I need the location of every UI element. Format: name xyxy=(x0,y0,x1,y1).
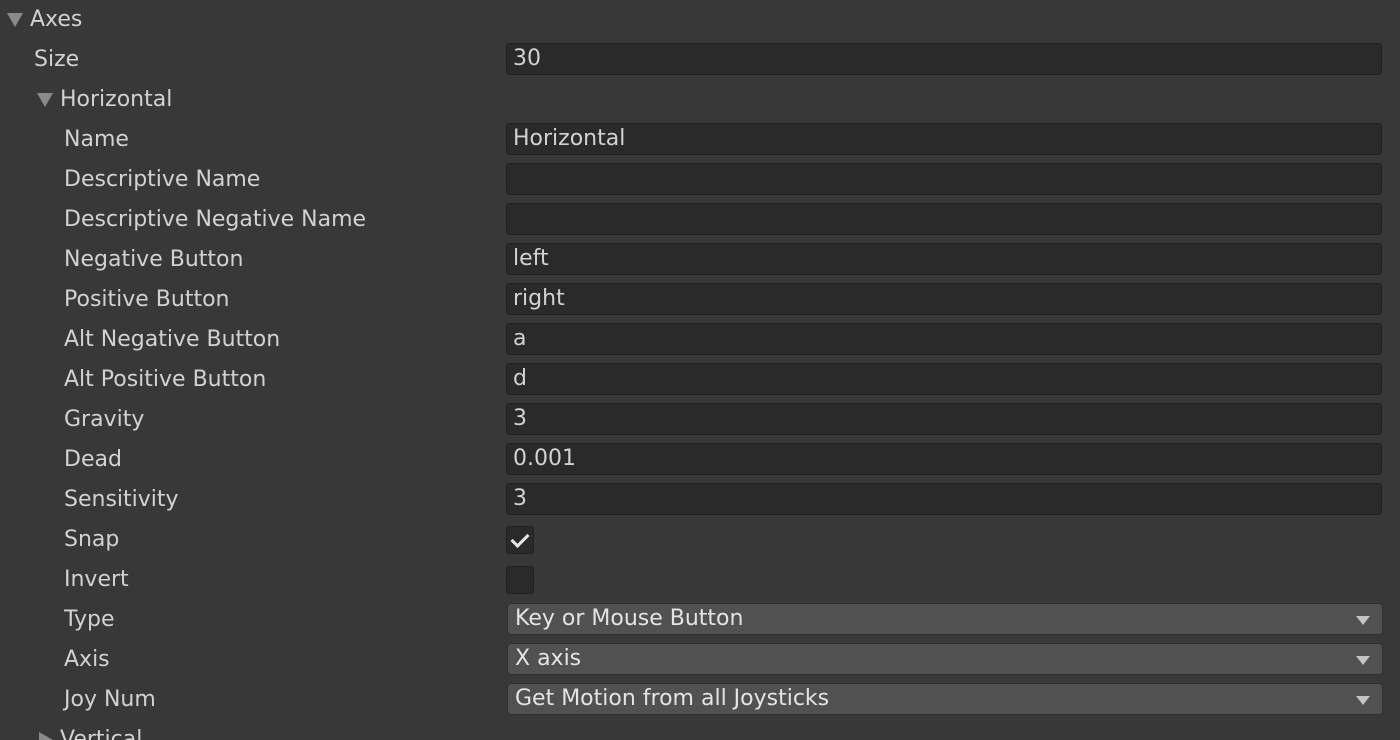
axis-dropdown[interactable]: X axis xyxy=(507,643,1383,675)
alt-positive-button-label: Alt Positive Button xyxy=(64,367,267,392)
chevron-down-icon xyxy=(1356,656,1370,665)
joy-num-label: Joy Num xyxy=(64,687,156,712)
snap-label: Snap xyxy=(64,527,120,552)
name-row: Name Horizontal xyxy=(0,120,1400,160)
axis-row: Axis X axis xyxy=(0,640,1400,680)
triangle-down-icon[interactable] xyxy=(37,93,53,107)
triangle-down-icon[interactable] xyxy=(7,13,23,27)
dead-label: Dead xyxy=(64,447,122,472)
negative-button-input[interactable]: left xyxy=(506,243,1382,275)
gravity-input[interactable]: 3 xyxy=(506,403,1382,435)
type-dropdown-value: Key or Mouse Button xyxy=(515,606,744,631)
name-label: Name xyxy=(64,127,129,152)
descriptive-negative-name-row: Descriptive Negative Name xyxy=(0,200,1400,240)
alt-negative-button-input[interactable]: a xyxy=(506,323,1382,355)
gravity-label: Gravity xyxy=(64,407,145,432)
chevron-down-icon xyxy=(1356,616,1370,625)
name-input[interactable]: Horizontal xyxy=(506,123,1382,155)
triangle-right-icon[interactable] xyxy=(39,732,53,740)
dead-row: Dead 0.001 xyxy=(0,440,1400,480)
horizontal-label: Horizontal xyxy=(60,87,173,112)
size-label: Size xyxy=(34,47,80,72)
vertical-label: Vertical xyxy=(60,727,143,740)
negative-button-row: Negative Button left xyxy=(0,240,1400,280)
joy-num-dropdown[interactable]: Get Motion from all Joysticks xyxy=(507,683,1383,715)
alt-negative-button-row: Alt Negative Button a xyxy=(0,320,1400,360)
input-manager-inspector: Axes Size 30 Horizontal Name Horizontal … xyxy=(0,0,1400,740)
type-row: Type Key or Mouse Button xyxy=(0,600,1400,640)
descriptive-name-row: Descriptive Name xyxy=(0,160,1400,200)
descriptive-negative-name-input[interactable] xyxy=(506,203,1382,235)
size-input[interactable]: 30 xyxy=(506,43,1382,75)
descriptive-name-label: Descriptive Name xyxy=(64,167,261,192)
size-row: Size 30 xyxy=(0,40,1400,80)
joy-num-row: Joy Num Get Motion from all Joysticks xyxy=(0,680,1400,720)
type-dropdown[interactable]: Key or Mouse Button xyxy=(507,603,1383,635)
dead-input[interactable]: 0.001 xyxy=(506,443,1382,475)
positive-button-row: Positive Button right xyxy=(0,280,1400,320)
descriptive-negative-name-label: Descriptive Negative Name xyxy=(64,207,367,232)
snap-checkbox[interactable] xyxy=(506,526,534,554)
invert-label: Invert xyxy=(64,567,129,592)
positive-button-label: Positive Button xyxy=(64,287,230,312)
horizontal-foldout[interactable]: Horizontal xyxy=(0,80,1400,120)
chevron-down-icon xyxy=(1356,696,1370,705)
axis-label: Axis xyxy=(64,647,110,672)
sensitivity-input[interactable]: 3 xyxy=(506,483,1382,515)
type-label: Type xyxy=(64,607,115,632)
axis-dropdown-value: X axis xyxy=(515,646,582,671)
sensitivity-label: Sensitivity xyxy=(64,487,179,512)
axes-label: Axes xyxy=(30,7,83,32)
alt-negative-button-label: Alt Negative Button xyxy=(64,327,281,352)
positive-button-input[interactable]: right xyxy=(506,283,1382,315)
axes-foldout[interactable]: Axes xyxy=(0,0,1400,40)
snap-row: Snap xyxy=(0,520,1400,560)
descriptive-name-input[interactable] xyxy=(506,163,1382,195)
gravity-row: Gravity 3 xyxy=(0,400,1400,440)
alt-positive-button-input[interactable]: d xyxy=(506,363,1382,395)
joy-num-dropdown-value: Get Motion from all Joysticks xyxy=(515,686,830,711)
alt-positive-button-row: Alt Positive Button d xyxy=(0,360,1400,400)
invert-row: Invert xyxy=(0,560,1400,600)
vertical-foldout[interactable]: Vertical xyxy=(0,720,1400,740)
checkmark-icon xyxy=(510,528,530,549)
sensitivity-row: Sensitivity 3 xyxy=(0,480,1400,520)
invert-checkbox[interactable] xyxy=(506,566,534,594)
negative-button-label: Negative Button xyxy=(64,247,244,272)
